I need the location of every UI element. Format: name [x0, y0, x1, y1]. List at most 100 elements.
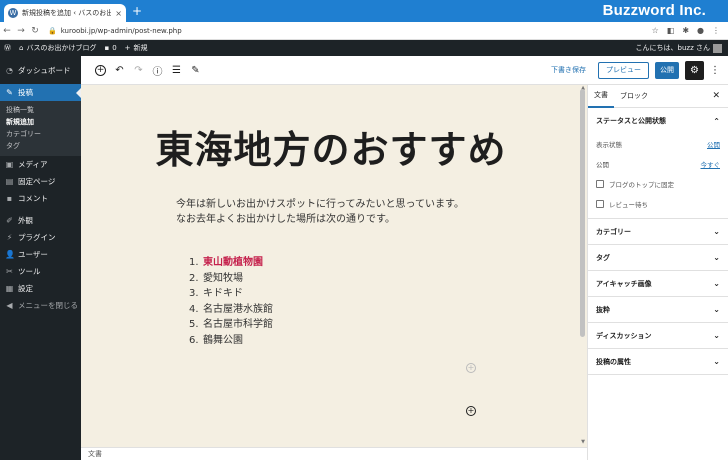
sidebar-item-label: メディア: [18, 160, 48, 169]
inline-add-block-icon[interactable]: +: [466, 363, 476, 373]
list-item: 4. 名古屋港水族館: [189, 302, 273, 318]
add-block-button[interactable]: +: [91, 64, 110, 76]
chevron-down-icon: ⌄: [713, 253, 720, 262]
collapse-menu-button[interactable]: ◀ メニューを閉じる: [0, 297, 81, 314]
pending-review-checkbox[interactable]: レビュー待ち: [596, 194, 720, 214]
more-options-icon[interactable]: ⋮: [710, 65, 720, 76]
publish-date-toggle[interactable]: 今すぐ: [701, 159, 721, 169]
submenu-categories[interactable]: カテゴリー: [0, 128, 81, 140]
sidebar-item-plugins[interactable]: ⚡ プラグイン: [0, 229, 81, 246]
list-link[interactable]: 東山動植物園: [203, 257, 263, 268]
tab-block[interactable]: ブロック: [614, 85, 654, 108]
panel-title: タグ: [596, 253, 610, 262]
paragraph-line: 今年は新しいお出かけスポットに行ってみたいと思っています。: [176, 199, 464, 210]
sidebar-item-media[interactable]: ▣ メディア: [0, 156, 81, 173]
publish-button[interactable]: 公開: [655, 61, 679, 79]
settings-icon: ▦: [5, 284, 14, 293]
user-icon: 👤: [5, 250, 15, 259]
paragraph-line: なお去年よくお出かけした場所は次の通りです。: [176, 214, 395, 225]
sidebar-item-dashboard[interactable]: ◔ ダッシュボード: [0, 62, 81, 79]
list-text: 名古屋市科学館: [203, 319, 273, 330]
sidebar-item-appearance[interactable]: ✐ 外観: [0, 212, 81, 229]
wordpress-favicon-icon: W: [8, 8, 18, 18]
browser-menu-icon[interactable]: ⋮: [712, 26, 720, 35]
list-text: 愛知牧場: [203, 272, 243, 284]
list-number: 1.: [189, 257, 199, 268]
info-icon[interactable]: ⓘ: [148, 63, 167, 78]
paragraph-block[interactable]: 今年は新しいお出かけスポットに行ってみたいと思っています。 なお去年よくお出かけ…: [176, 197, 464, 227]
sidebar-item-settings[interactable]: ▦ 設定: [0, 280, 81, 297]
sidebar-item-posts[interactable]: ✎ 投稿: [0, 84, 81, 101]
sidebar-item-comments[interactable]: ▪ コメント: [0, 190, 81, 207]
admin-sidebar: ◔ ダッシュボード ✎ 投稿 投稿一覧 新規追加 カテゴリー タグ ▣ メディア…: [0, 56, 81, 460]
sidebar-item-users[interactable]: 👤 ユーザー: [0, 246, 81, 263]
sidebar-item-pages[interactable]: ▤ 固定ページ: [0, 173, 81, 190]
profile-icon[interactable]: ●: [697, 26, 704, 35]
undo-icon[interactable]: ↶: [110, 65, 129, 76]
chevron-down-icon: ⌄: [713, 331, 720, 340]
publish-row: 公開 今すぐ: [596, 154, 720, 174]
edit-pencil-icon[interactable]: ✎: [186, 65, 205, 76]
discussion-panel-header[interactable]: ディスカッション ⌄: [588, 323, 728, 349]
tab-close-icon[interactable]: ×: [115, 9, 122, 18]
breadcrumb-document[interactable]: 文書: [88, 449, 102, 459]
visibility-label: 表示状態: [596, 141, 622, 149]
checkbox-label: ブログのトップに固定: [609, 181, 674, 189]
tags-panel-header[interactable]: タグ ⌄: [588, 245, 728, 271]
lock-icon: 🔒: [48, 26, 57, 35]
star-icon[interactable]: ☆: [652, 26, 659, 35]
save-draft-button[interactable]: 下書き保存: [551, 65, 586, 75]
new-content-link[interactable]: + 新規: [121, 43, 152, 53]
forward-arrow-icon[interactable]: →: [14, 26, 28, 36]
url-field[interactable]: 🔒 kuroobi.jp/wp-admin/post-new.php: [48, 27, 652, 35]
site-name-link[interactable]: ⌂ バスのお出かけブログ: [15, 43, 100, 53]
editor-toolbar: + ↶ ↷ ⓘ ☰ ✎ 下書き保存 プレビュー 公開 ⚙ ⋮: [81, 56, 728, 85]
submenu-add-new[interactable]: 新規追加: [0, 116, 81, 128]
status-panel-header[interactable]: ステータスと公開状態 ⌃: [588, 108, 728, 134]
puzzle-icon[interactable]: ✱: [682, 26, 689, 35]
visibility-toggle[interactable]: 公開: [707, 139, 720, 149]
new-tab-button[interactable]: +: [132, 5, 142, 17]
pages-icon: ▤: [5, 177, 14, 186]
categories-panel-header[interactable]: カテゴリー ⌄: [588, 219, 728, 245]
collapse-icon: ◀: [6, 301, 13, 310]
submenu-tags[interactable]: タグ: [0, 140, 81, 152]
post-title[interactable]: 東海地方のおすすめ: [81, 119, 581, 174]
close-icon[interactable]: ✕: [712, 91, 720, 101]
list-text: 名古屋港水族館: [203, 303, 273, 315]
scroll-down-arrow-icon[interactable]: ▼: [581, 439, 585, 445]
post-attributes-panel-header[interactable]: 投稿の属性 ⌄: [588, 349, 728, 375]
sidebar-item-label: 外観: [18, 216, 33, 225]
sidebar-item-tools[interactable]: ✂ ツール: [0, 263, 81, 280]
circle-plus-icon: +: [95, 65, 106, 76]
preview-button[interactable]: プレビュー: [598, 61, 649, 79]
append-block-icon[interactable]: +: [466, 406, 476, 416]
submenu-all-posts[interactable]: 投稿一覧: [0, 104, 81, 116]
outline-icon[interactable]: ☰: [167, 65, 186, 76]
back-arrow-icon[interactable]: ←: [0, 26, 14, 36]
account-menu[interactable]: こんにちは、buzz さん: [636, 43, 728, 53]
reload-icon[interactable]: ↻: [28, 26, 42, 36]
list-block[interactable]: 1. 東山動植物園 2. 愛知牧場 3. キドキド 4. 名古屋港水族館 5. 名古屋市科…: [189, 255, 273, 348]
settings-sidebar: 文書 ブロック ✕ ステータスと公開状態 ⌃ 表示状態 公開 公開 今すぐ ブロ…: [587, 85, 728, 460]
greeting: こんにちは、buzz さん: [635, 44, 710, 52]
redo-icon[interactable]: ↷: [129, 65, 148, 76]
wp-logo-icon[interactable]: Ⓦ: [0, 43, 15, 53]
extension-icon[interactable]: ◧: [667, 26, 675, 35]
excerpt-panel-header[interactable]: 抜粋 ⌄: [588, 297, 728, 323]
editor-canvas: 東海地方のおすすめ 今年は新しいお出かけスポットに行ってみたいと思っています。 …: [81, 85, 587, 447]
sidebar-item-label: プラグイン: [18, 233, 56, 242]
settings-gear-icon[interactable]: ⚙: [685, 60, 704, 80]
tab-document[interactable]: 文書: [588, 85, 614, 108]
sidebar-item-label: ツール: [18, 267, 41, 276]
pin-icon: ✎: [6, 88, 13, 97]
panel-title: アイキャッチ画像: [596, 279, 652, 288]
tab-title: 新規投稿を追加 ‹ バスのお出かけブ: [22, 9, 112, 17]
comments-link[interactable]: ▪ 0: [100, 44, 120, 52]
checkbox-box: [596, 200, 604, 208]
panel-title: ディスカッション: [596, 331, 652, 340]
featured-image-panel-header[interactable]: アイキャッチ画像 ⌄: [588, 271, 728, 297]
canvas-scrollbar[interactable]: [580, 89, 585, 337]
stick-to-top-checkbox[interactable]: ブログのトップに固定: [596, 174, 720, 194]
browser-tab[interactable]: W 新規投稿を追加 ‹ バスのお出かけブ ×: [4, 4, 126, 22]
